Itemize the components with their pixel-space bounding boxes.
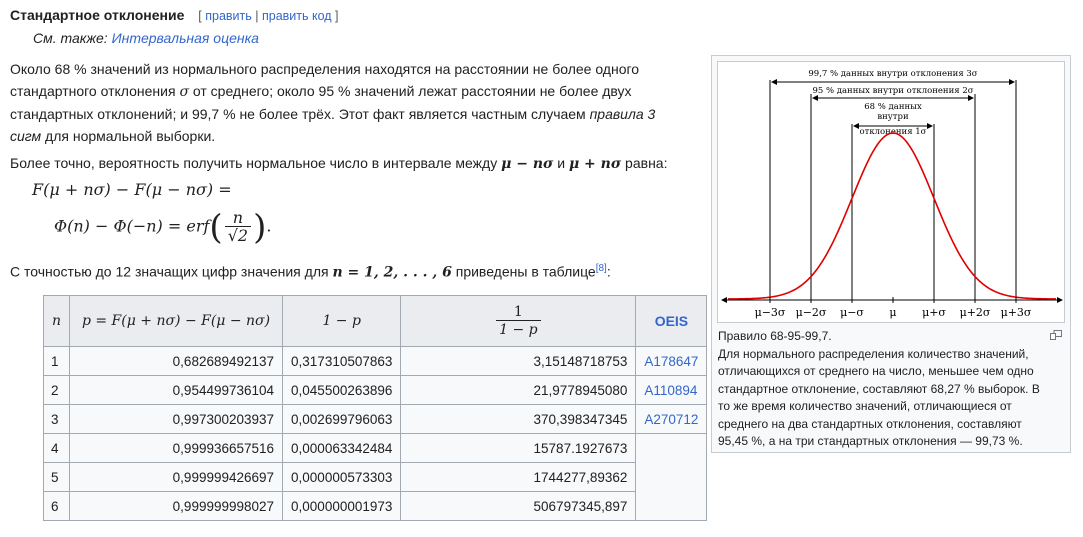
cell-oeis-empty [635, 433, 708, 521]
see-also-prefix: См. также: [33, 30, 112, 46]
cell-reciprocal: 21,9778945080 [400, 375, 637, 405]
tick-label: μ+3σ [1001, 306, 1032, 319]
cell-reciprocal: 1744277,89362 [400, 462, 637, 492]
edit-link[interactable]: править [205, 9, 252, 23]
reciprocal-den: 1 − p [499, 321, 538, 338]
cell-p: 0,682689492137 [69, 346, 284, 376]
cell-n: 6 [42, 491, 71, 521]
normal-distribution-diagram: 99,7 % данных внутри отклонения 3σ 95 % … [721, 69, 1063, 319]
cell-reciprocal: 370,398347345 [400, 404, 637, 434]
cell-p: 0,999936657516 [69, 433, 284, 463]
reciprocal-fraction: 11 − p [496, 304, 541, 339]
tick-label: μ+2σ [960, 306, 991, 319]
formula-fraction: n √2 [224, 210, 252, 245]
reference-8-link[interactable]: [8] [596, 263, 607, 274]
table-row: 1 0,682689492137 0,317310507863 3,151487… [42, 346, 708, 376]
formula-frac-den: √2 [227, 226, 249, 245]
paragraph-table-intro: С точностью до 12 значащих цифр значения… [10, 258, 690, 284]
formula-frac-num: n [224, 210, 252, 227]
para2-and: и [553, 155, 569, 171]
header-oeis-link[interactable]: OEIS [635, 295, 708, 347]
edit-code-link[interactable]: править код [262, 9, 332, 23]
magnify-icon[interactable] [1050, 327, 1062, 340]
cell-reciprocal: 506797345,897 [400, 491, 637, 521]
label-2-sigma: 95 % данных внутри отклонения 2σ [812, 86, 973, 96]
figure-caption: Правило 68-95-99,7. Для нормального распр… [718, 328, 1048, 451]
para2-expr-lower: μ − nσ [501, 156, 554, 172]
para1-sigma: σ [179, 84, 189, 100]
table-row: 3 0,997300203937 0,002699796063 370,3983… [42, 404, 708, 434]
section-heading: Стандартное отклонение [ править | прави… [10, 7, 339, 23]
cell-n: 5 [42, 462, 71, 492]
table-row: 5 0,999999426697 0,000000573303 1744277,… [42, 462, 707, 492]
caption-title: Правило 68-95-99,7. [718, 329, 832, 343]
cell-one-minus-p: 0,002699796063 [282, 404, 402, 434]
cell-p: 0,999999426697 [69, 462, 284, 492]
para3-text-a: С точностью до 12 значащих цифр значения… [10, 263, 333, 280]
see-also-link[interactable]: Интервальная оценка [112, 30, 259, 46]
cell-oeis-link[interactable]: A110894 [635, 375, 708, 405]
paragraph-probability: Более точно, вероятность получить нормал… [10, 152, 690, 175]
cell-n: 2 [42, 375, 71, 405]
table-row: 4 0,999936657516 0,000063342484 15787.19… [42, 433, 708, 521]
cell-one-minus-p: 0,045500263896 [282, 375, 402, 405]
tick-label: μ−σ [840, 306, 864, 319]
cell-n: 3 [42, 404, 71, 434]
cell-one-minus-p: 0,000000001973 [282, 491, 402, 521]
label-1-sigma-c: отклонения 1σ [860, 127, 927, 137]
para3-text-b: приведены в таблице [451, 263, 596, 280]
tick-label: μ [889, 306, 896, 319]
section-title: Стандартное отклонение [10, 7, 185, 23]
cell-one-minus-p: 0,000000573303 [282, 462, 402, 492]
cell-n: 1 [42, 346, 71, 376]
tick-label: μ−3σ [755, 306, 786, 319]
edit-separator: | [251, 9, 262, 23]
table-row: 2 0,954499736104 0,045500263896 21,97789… [42, 375, 708, 405]
tick-label: μ+σ [922, 306, 946, 319]
reciprocal-num: 1 [496, 304, 541, 321]
formula-end: . [266, 216, 272, 236]
formula-paren-close: ) [253, 207, 267, 248]
formula-line-2: Φ(n) − Φ(−n) = erf(n √2). [54, 210, 271, 245]
cell-reciprocal: 3,15148718753 [400, 346, 637, 376]
sigma-values-table: n p = F(μ + nσ) − F(μ − nσ) 1 − p 11 − p… [42, 295, 708, 521]
cell-one-minus-p: 0,000063342484 [282, 433, 402, 463]
para3-text-c: : [606, 263, 611, 280]
figure-thumbnail: 99,7 % данных внутри отклонения 3σ 95 % … [711, 55, 1071, 453]
figure-image[interactable]: 99,7 % данных внутри отклонения 3σ 95 % … [717, 61, 1065, 323]
cell-p: 0,954499736104 [69, 375, 284, 405]
cell-reciprocal: 15787.1927673 [400, 433, 637, 463]
label-1-sigma-a: 68 % данных [864, 102, 922, 112]
cell-oeis-link[interactable]: A178647 [635, 346, 708, 376]
label-3-sigma: 99,7 % данных внутри отклонения 3σ [808, 69, 977, 79]
probability-formula: F(μ + nσ) − F(μ − nσ) = Φ(n) − Φ(−n) = e… [32, 178, 452, 252]
header-n: n [42, 295, 71, 347]
table-row: 6 0,999999998027 0,000000001973 50679734… [42, 491, 707, 521]
cell-one-minus-p: 0,317310507863 [282, 346, 402, 376]
formula-line-1: F(μ + nσ) − F(μ − nσ) = [32, 180, 232, 199]
see-also-note: См. также: Интервальная оценка [33, 30, 259, 46]
formula-paren-open: ( [209, 207, 223, 248]
cell-oeis-link[interactable]: A270712 [635, 404, 708, 434]
header-one-minus-p: 1 − p [282, 295, 402, 347]
caption-text: Для нормального распределения количество… [718, 346, 1040, 449]
para2-expr-upper: μ + nσ [568, 156, 622, 172]
cell-p: 0,997300203937 [69, 404, 284, 434]
para1-text-c: для нормальной выборки. [41, 128, 216, 144]
bell-curve [727, 132, 1057, 300]
edit-section: [ править | править код ] [198, 9, 338, 23]
table-header-row: n p = F(μ + nσ) − F(μ − nσ) 1 − p 11 − p… [42, 295, 708, 347]
cell-n: 4 [42, 433, 71, 463]
header-p: p = F(μ + nσ) − F(μ − nσ) [69, 295, 284, 347]
edit-bracket-close: ] [331, 9, 339, 23]
para3-expr: n = 1, 2, . . . , 6 [332, 264, 452, 281]
cell-p: 0,999999998027 [69, 491, 284, 521]
para2-text-a: Более точно, вероятность получить нормал… [10, 155, 502, 171]
header-reciprocal: 11 − p [400, 295, 637, 347]
para2-text-b: равна: [621, 155, 668, 171]
formula-phi-erf: Φ(n) − Φ(−n) = erf [54, 216, 210, 236]
tick-label: μ−2σ [796, 306, 827, 319]
paragraph-68-95-99: Около 68 % значений из нормального распр… [10, 58, 690, 147]
label-1-sigma-b: внутри [877, 112, 909, 122]
